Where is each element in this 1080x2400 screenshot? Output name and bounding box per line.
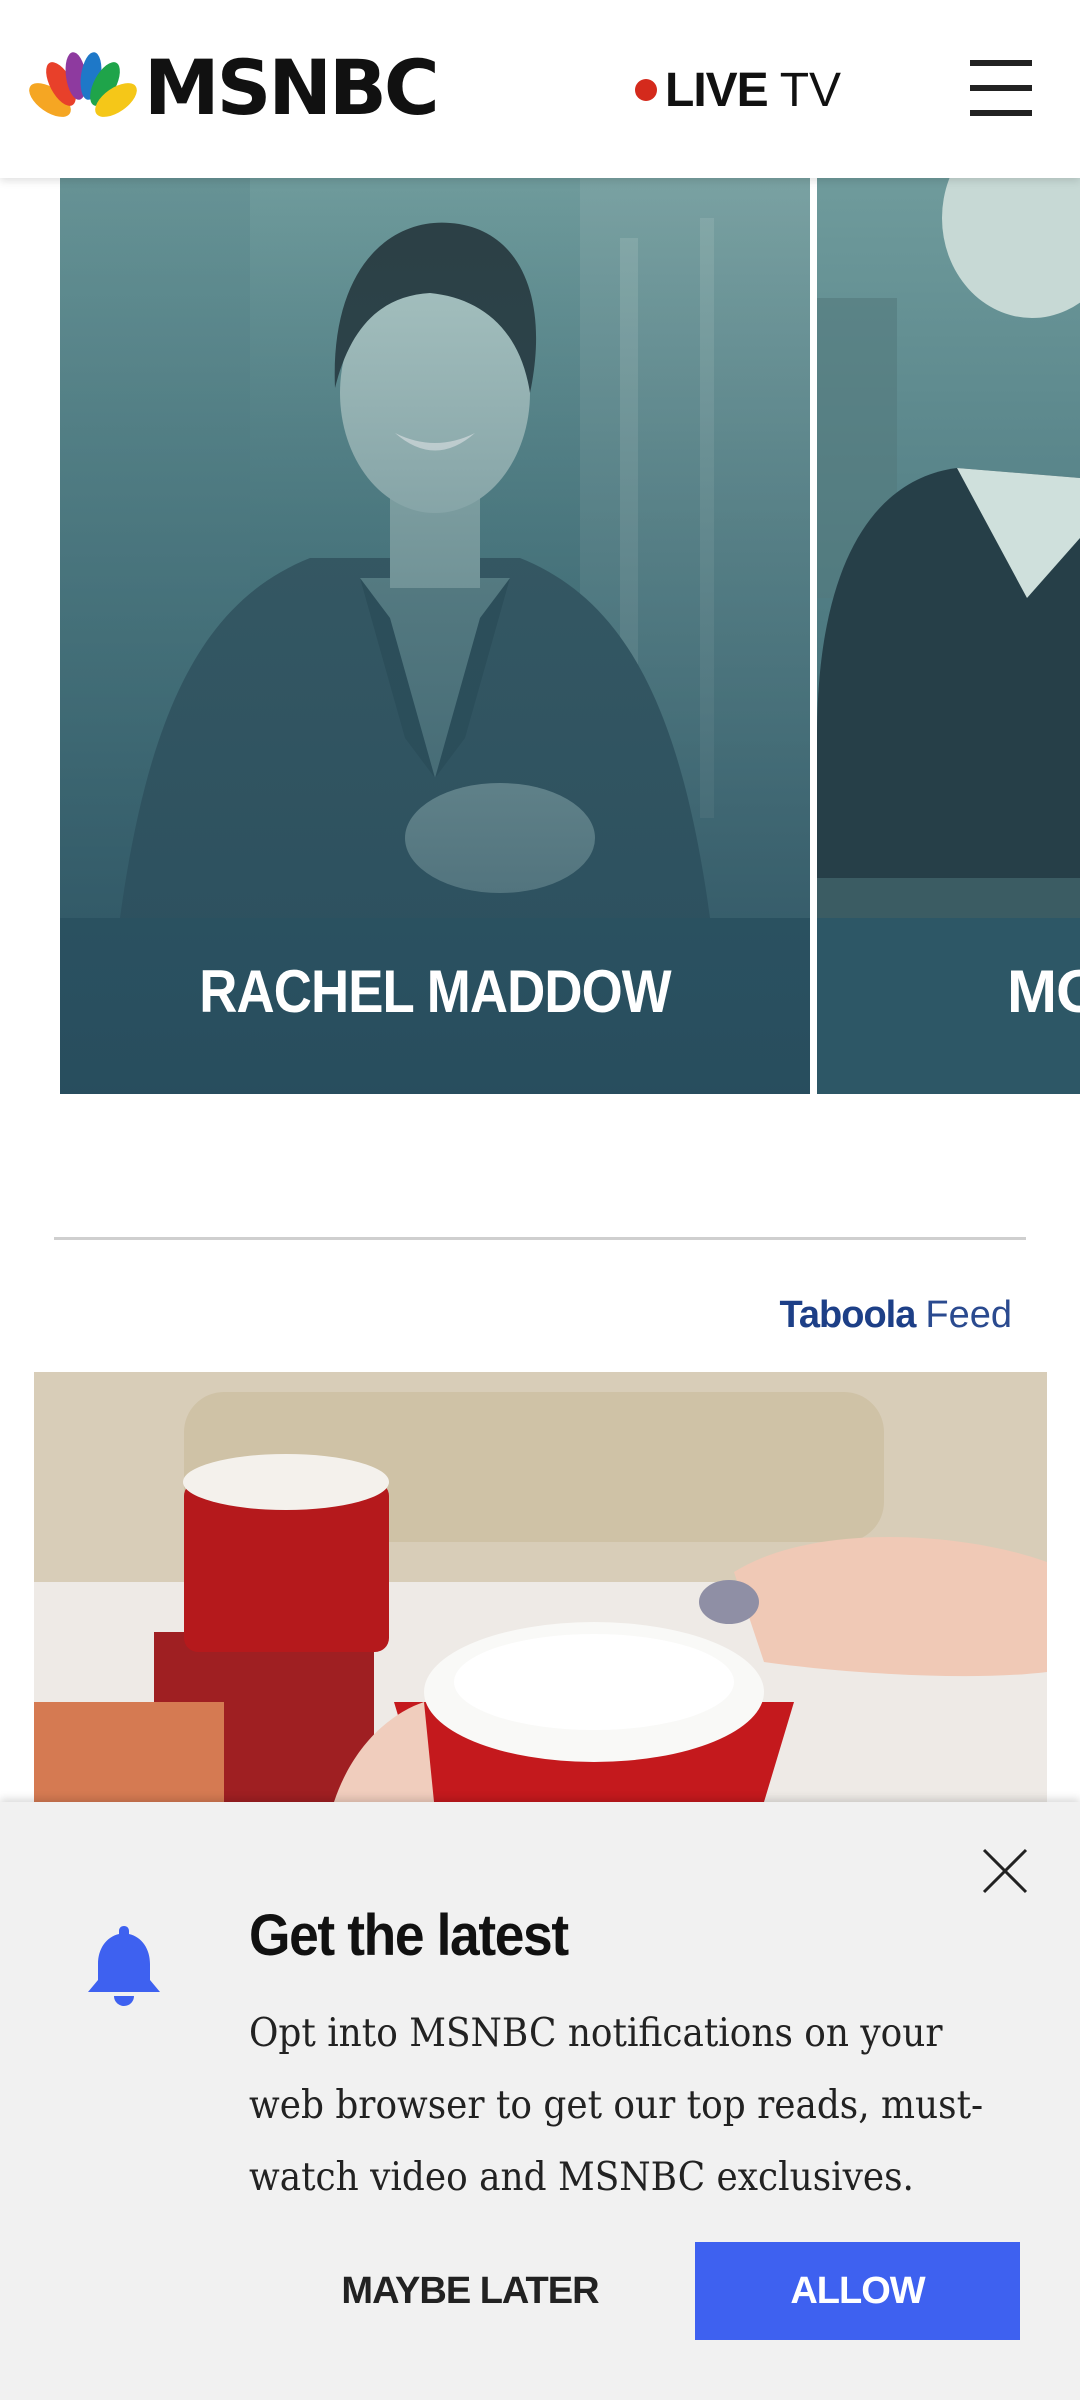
- sponsored-ad-image[interactable]: [34, 1372, 1047, 1802]
- host-card-rachel-maddow[interactable]: RACHEL MADDOW: [60, 178, 810, 1094]
- allow-button[interactable]: ALLOW: [695, 2242, 1020, 2340]
- tv-label: TV: [779, 63, 842, 117]
- logo-wordmark: MSNBC: [144, 43, 440, 132]
- taboola-feed-text: Feed: [925, 1293, 1012, 1336]
- section-divider: [54, 1237, 1026, 1240]
- live-tv-link[interactable]: LIVE TV: [635, 60, 841, 120]
- taboola-logo: Taboola: [779, 1293, 917, 1336]
- host-name: MO: [1007, 958, 1080, 1025]
- msnbc-peacock-icon: [29, 52, 137, 128]
- live-dot-icon: [635, 79, 657, 101]
- bell-icon: [88, 1926, 160, 2006]
- maybe-later-button[interactable]: MAYBE LATER: [330, 2242, 610, 2340]
- close-icon[interactable]: [980, 1846, 1030, 1896]
- ad-photo: [34, 1372, 1047, 1802]
- notification-prompt: Get the latest Opt into MSNBC notificati…: [0, 1802, 1080, 2400]
- host-card-2[interactable]: MO: [817, 178, 1080, 1094]
- notification-body: Opt into MSNBC notifications on your web…: [249, 2011, 984, 2200]
- taboola-feed-label[interactable]: Taboola Feed: [780, 1290, 1012, 1340]
- hamburger-menu-icon[interactable]: [970, 60, 1032, 116]
- msnbc-logo[interactable]: MSNBC: [28, 43, 440, 132]
- notification-title: Get the latest: [249, 1903, 569, 1968]
- live-label: LIVE: [665, 63, 769, 117]
- host-name: RACHEL MADDOW: [199, 958, 671, 1025]
- site-header: MSNBC LIVE TV: [0, 0, 1080, 178]
